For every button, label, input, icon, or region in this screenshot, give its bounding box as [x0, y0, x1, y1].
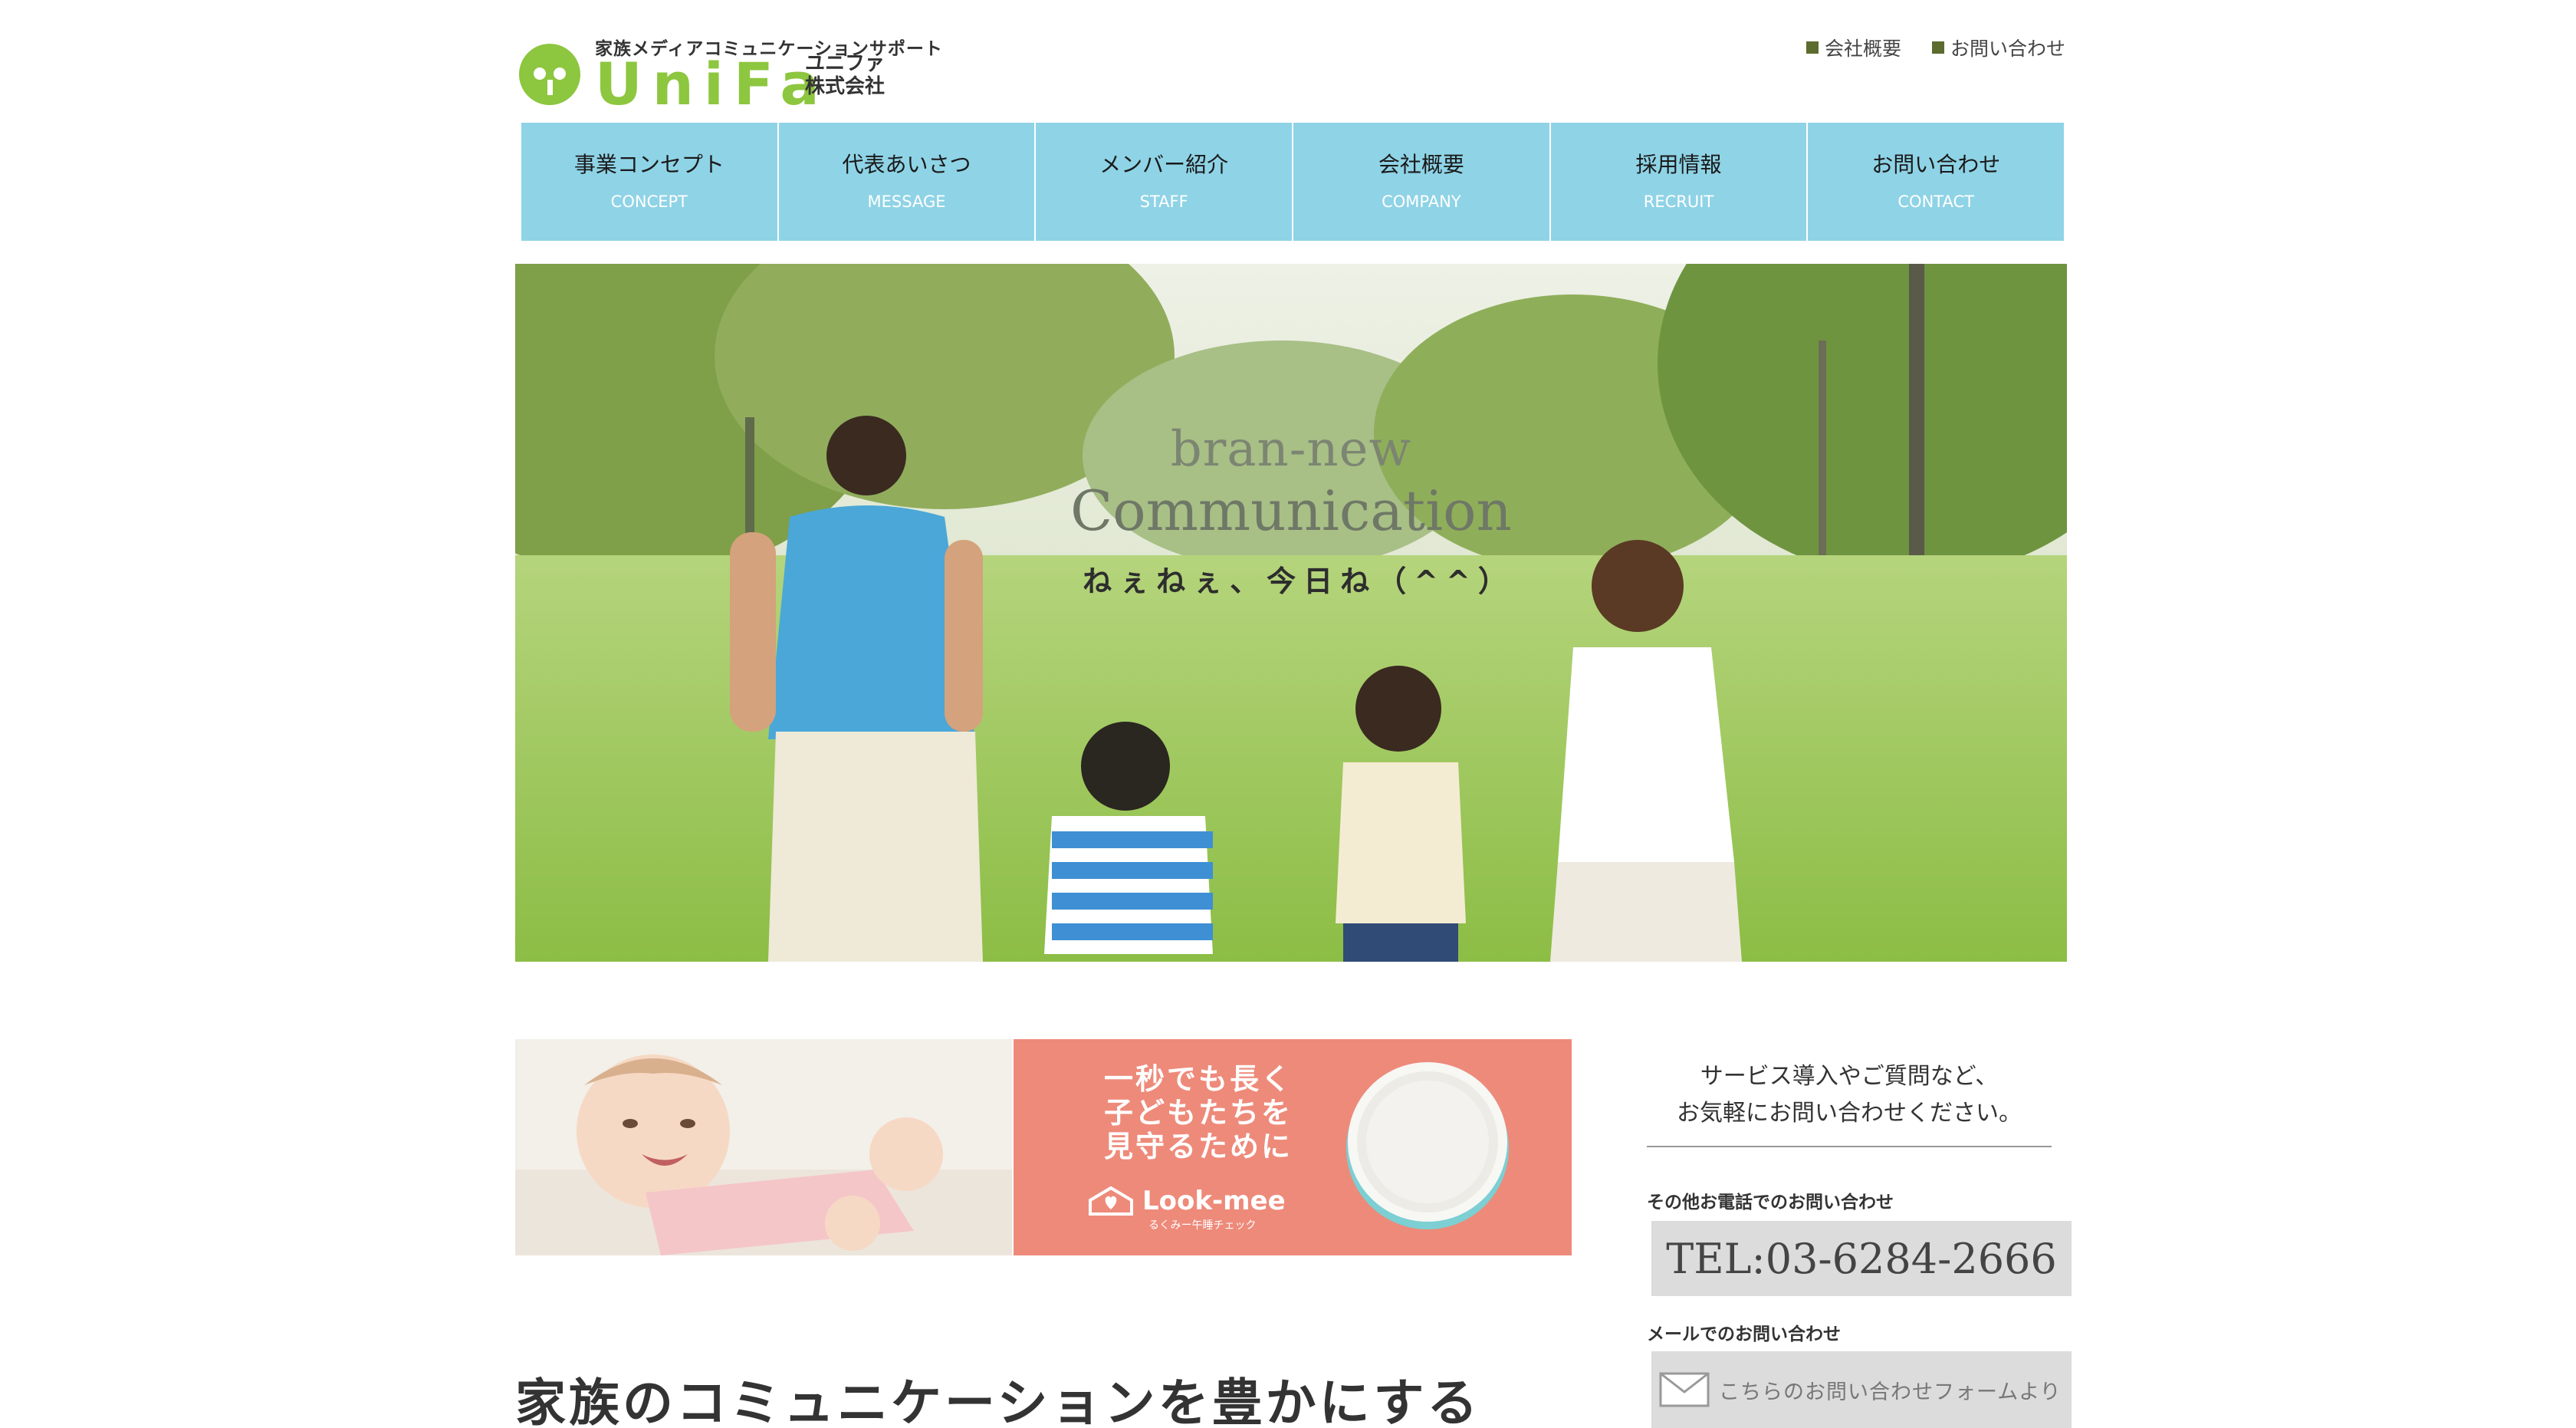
hero-title-line1: bran-new: [1170, 421, 1412, 478]
top-link-label: お問い合わせ: [1950, 38, 2065, 60]
envelope-icon: [1659, 1372, 1710, 1407]
logo-kana-line: 株式会社: [805, 75, 886, 98]
nav-label-en: MESSAGE: [867, 192, 946, 211]
banner-copy-line: 子どもたちを: [1104, 1096, 1293, 1130]
logo-company-name: ユニファ 株式会社: [805, 52, 885, 98]
global-nav: 事業コンセプト CONCEPT 代表あいさつ MESSAGE メンバー紹介 ST…: [521, 123, 2064, 241]
logo-kana-line: ユニファ: [805, 52, 886, 75]
hero-family-photo: [515, 264, 2067, 962]
square-bullet-icon: [1931, 41, 1944, 54]
contact-lead: サービス導入やご質問など、 お気軽にお問い合わせください。: [1647, 1058, 2052, 1132]
tel-contact-label: その他お電話でのお問い合わせ: [1647, 1193, 1894, 1212]
nav-item-staff[interactable]: メンバー紹介 STAFF: [1036, 123, 1294, 241]
logo-badge-icon: [519, 44, 580, 105]
hero-subtitle: ねぇねぇ、今日ね（^^）: [1083, 564, 1515, 598]
banner-copy-line: 一秒でも長く: [1104, 1062, 1293, 1096]
contact-lead-line: サービス導入やご質問など、: [1700, 1063, 1999, 1090]
contact-lead-line: お気軽にお問い合わせください。: [1677, 1100, 2022, 1127]
nav-label-jp: お問い合わせ: [1871, 152, 2001, 177]
banner-copy-line: 見守るために: [1104, 1130, 1293, 1163]
nav-label-en: RECRUIT: [1643, 192, 1714, 211]
nav-label-en: CONCEPT: [610, 192, 688, 211]
baby-photo: [515, 1039, 1012, 1255]
nav-item-contact[interactable]: お問い合わせ CONTACT: [1808, 123, 2064, 241]
sensor-device-image: [1346, 1062, 1509, 1229]
nav-label-jp: 事業コンセプト: [573, 152, 724, 177]
nav-label-en: CONTACT: [1898, 192, 1974, 211]
nav-label-jp: メンバー紹介: [1099, 152, 1229, 177]
nav-label-en: STAFF: [1139, 192, 1188, 211]
hero-title-line2: Communication: [1070, 479, 1512, 543]
site-logo[interactable]: 家族メディアコミュニケーションサポート UniFa ユニファ 株式会社: [515, 31, 942, 118]
page-title: 家族のコミュニケーションを豊かにする: [515, 1373, 1481, 1428]
top-link-contact[interactable]: お問い合わせ: [1931, 34, 2065, 61]
top-link-label: 会社概要: [1824, 38, 1901, 60]
hero-banner: bran-new Communication ねぇねぇ、今日ね（^^）: [515, 264, 2067, 962]
tel-button[interactable]: TEL:03-6284-2666: [1651, 1221, 2072, 1296]
nav-label-en: COMPANY: [1382, 192, 1461, 211]
nav-item-message[interactable]: 代表あいさつ MESSAGE: [779, 123, 1037, 241]
contact-form-button[interactable]: こちらのお問い合わせフォームより: [1651, 1351, 2072, 1428]
nav-item-concept[interactable]: 事業コンセプト CONCEPT: [521, 123, 779, 241]
nav-label-jp: 会社概要: [1378, 152, 1464, 177]
divider: [1647, 1146, 2052, 1147]
header-utility-links: 会社概要 お問い合わせ: [1806, 34, 2065, 61]
lookmee-banner[interactable]: 一秒でも長く 子どもたちを 見守るために Look-mee るくみー午睡チェック: [515, 1039, 1572, 1255]
square-bullet-icon: [1806, 41, 1819, 54]
house-heart-icon: [1089, 1186, 1133, 1216]
nav-label-jp: 代表あいさつ: [842, 152, 971, 177]
top-link-company[interactable]: 会社概要: [1806, 34, 1901, 61]
lookmee-brand-sub: るくみー午睡チェック: [1148, 1219, 1257, 1232]
nav-item-recruit[interactable]: 採用情報 RECRUIT: [1551, 123, 1809, 241]
mail-contact-label: メールでのお問い合わせ: [1647, 1324, 1841, 1344]
nav-label-jp: 採用情報: [1635, 152, 1722, 177]
lookmee-brand: Look-mee: [1087, 1185, 1286, 1217]
logo-wordmark: UniFa: [595, 50, 830, 118]
contact-form-label: こちらのお問い合わせフォームより: [1719, 1380, 2062, 1404]
banner-copy: 一秒でも長く 子どもたちを 見守るために: [1104, 1062, 1293, 1163]
nav-item-company[interactable]: 会社概要 COMPANY: [1293, 123, 1551, 241]
lookmee-brand-name: Look-mee: [1142, 1186, 1286, 1216]
